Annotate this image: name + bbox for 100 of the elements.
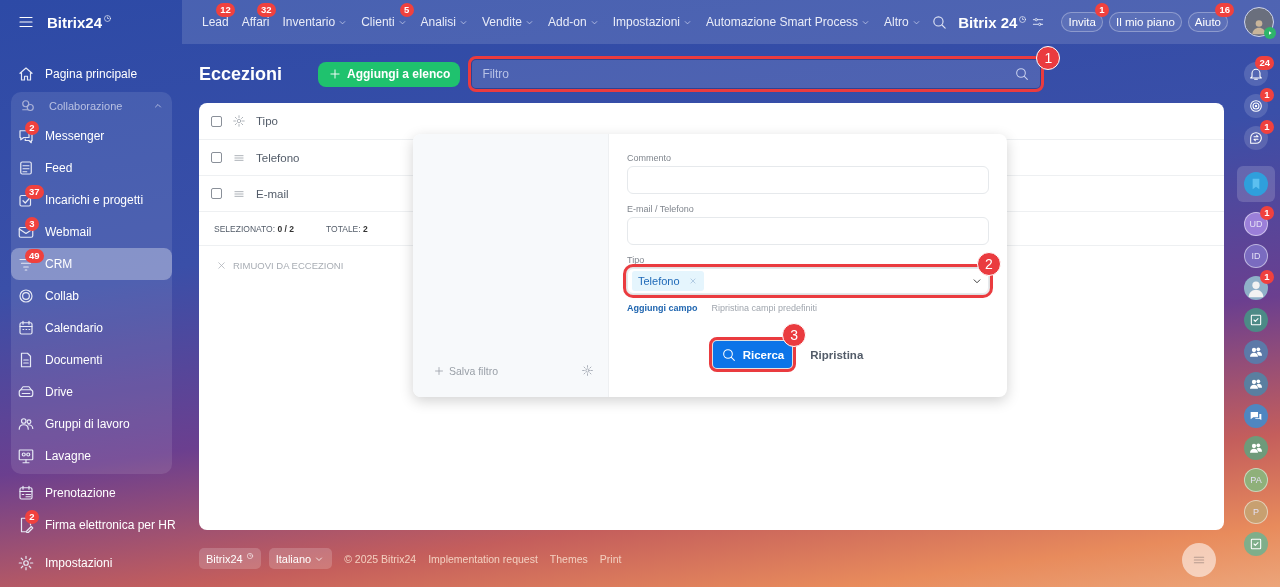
search-button[interactable]: [931, 13, 949, 31]
field-label: Tipo: [627, 255, 646, 265]
nav-menu-item[interactable]: Vendite: [481, 15, 535, 29]
header-button[interactable]: Il mio piano: [1108, 12, 1182, 32]
footer-link[interactable]: Themes: [549, 552, 588, 565]
reset-fields-link[interactable]: Ripristina campi predefiniti: [711, 303, 818, 313]
sidebar-group-header[interactable]: Collaborazione: [11, 92, 172, 120]
selected-tag[interactable]: Telefono: [632, 271, 704, 291]
header-button[interactable]: Invita: [1061, 12, 1103, 32]
user-avatar[interactable]: ID: [1244, 244, 1268, 268]
sidebar-item[interactable]: 3 Webmail: [11, 216, 172, 248]
chat-icon: [17, 127, 35, 145]
table-cell: Telefono: [256, 151, 300, 164]
callout-number: 3: [782, 323, 807, 347]
reset-button[interactable]: Ripristina: [810, 348, 864, 361]
clock-icon: [245, 551, 254, 560]
text-field[interactable]: [627, 166, 989, 194]
rail-button[interactable]: [1244, 436, 1268, 460]
field-label: E-mail / Telefono: [627, 204, 695, 214]
settings-icon: [581, 364, 594, 377]
close-icon: [216, 260, 227, 271]
search-icon: [720, 346, 737, 363]
sidebar-item[interactable]: Impostazioni: [11, 547, 172, 579]
house-icon: [17, 65, 35, 83]
sidebar-item[interactable]: Feed: [11, 152, 172, 184]
settings-button[interactable]: [1031, 15, 1046, 29]
table-cell: E-mail: [256, 187, 289, 200]
notification-badge: 37: [25, 185, 44, 199]
save-filter-link[interactable]: Salva filtro: [433, 364, 499, 377]
page-title: Eccezioni: [199, 63, 283, 85]
notification-badge: 3: [25, 217, 39, 231]
people-icon: [17, 415, 35, 433]
search-icon: [931, 13, 949, 31]
sidebar-item[interactable]: Pagina principale: [11, 58, 172, 90]
field-label: Commento: [627, 153, 672, 163]
sidebar-item[interactable]: 49 CRM: [11, 248, 172, 280]
column-header[interactable]: Tipo: [256, 115, 278, 127]
notification-badge: 32: [256, 3, 276, 17]
sidebar-item[interactable]: 2 Messenger: [11, 120, 172, 152]
sidebar-item[interactable]: Drive: [11, 376, 172, 408]
user-avatar[interactable]: [1244, 7, 1274, 37]
checkbox[interactable]: [211, 115, 222, 127]
logo[interactable]: Bitrix24: [47, 13, 103, 31]
task-icon: [1248, 312, 1264, 328]
sliders-icon: [1031, 15, 1046, 29]
plus-icon: [433, 364, 445, 377]
nav-menu-item[interactable]: Altro: [884, 15, 922, 29]
settings-button[interactable]: [581, 364, 594, 377]
user-avatar[interactable]: [1244, 276, 1268, 300]
rail-button[interactable]: [1244, 340, 1268, 364]
notification-badge: 16: [1215, 3, 1234, 17]
nav-menu-item[interactable]: Impostazioni: [612, 15, 694, 29]
copyright-text: © 2025 Bitrix24: [344, 552, 417, 565]
target-icon: [1248, 98, 1264, 114]
sidebar-item[interactable]: Collab: [11, 280, 172, 312]
footer-link[interactable]: Implementation request: [428, 552, 538, 565]
notification-badge: 1: [1260, 206, 1274, 220]
language-button[interactable]: Italiano: [268, 548, 333, 569]
nav-menu-item[interactable]: Add-on: [547, 15, 600, 29]
sidebar-item[interactable]: 37 Incarichi e progetti: [11, 184, 172, 216]
settings-icon: [232, 114, 246, 128]
calendar-icon: [17, 484, 35, 502]
nav-menu-item[interactable]: Analisi: [420, 15, 469, 29]
sidebar-item[interactable]: Calendario: [11, 312, 172, 344]
bell-icon: [1248, 66, 1264, 82]
notification-badge: 24: [1255, 56, 1274, 70]
rail-button[interactable]: [1244, 404, 1268, 428]
sidebar-item[interactable]: Prenotazione: [11, 477, 172, 509]
task-icon: [1248, 536, 1264, 552]
notification-badge: 5: [399, 3, 414, 17]
sidebar-item[interactable]: Documenti: [11, 344, 172, 376]
nav-menu-item[interactable]: Clienti: [361, 15, 408, 29]
notification-badge: 12: [216, 3, 235, 17]
callout-number: 2: [977, 252, 1001, 276]
remove-icon: [687, 276, 698, 286]
notification-badge: 49: [25, 249, 44, 263]
rail-button[interactable]: [1244, 126, 1268, 150]
search-icon: [1014, 66, 1031, 82]
checkbox[interactable]: [211, 152, 222, 163]
checkbox[interactable]: [211, 188, 222, 199]
nav-menu-item[interactable]: Automazione Smart Process: [706, 15, 872, 29]
notification-badge: 1: [1260, 120, 1274, 134]
selected-count: SELEZIONATO: 0 / 2: [214, 223, 294, 234]
header-button[interactable]: Aiuto: [1187, 12, 1228, 32]
brand-logo: Bitrix 24: [958, 13, 1018, 31]
rail-button[interactable]: [1244, 308, 1268, 332]
footer-link[interactable]: Print: [599, 552, 622, 565]
rail-button[interactable]: [1244, 372, 1268, 396]
bitrix24-button[interactable]: Bitrix24: [199, 548, 261, 569]
nav-menu-item[interactable]: Affari: [241, 15, 270, 29]
clock-icon: [103, 14, 113, 23]
sidebar-item[interactable]: Gruppi di lavoro: [11, 408, 172, 440]
add-field-link[interactable]: Aggiungi campo: [627, 303, 698, 313]
rail-button[interactable]: [1244, 94, 1268, 118]
sidebar-item[interactable]: Lavagne: [11, 440, 172, 472]
nav-menu-item[interactable]: Lead: [202, 15, 229, 29]
clock-icon: [1018, 14, 1028, 24]
nav-menu-item[interactable]: Inventario: [282, 15, 349, 29]
notification-badge: 1: [1260, 270, 1274, 284]
text-field[interactable]: [627, 217, 989, 245]
